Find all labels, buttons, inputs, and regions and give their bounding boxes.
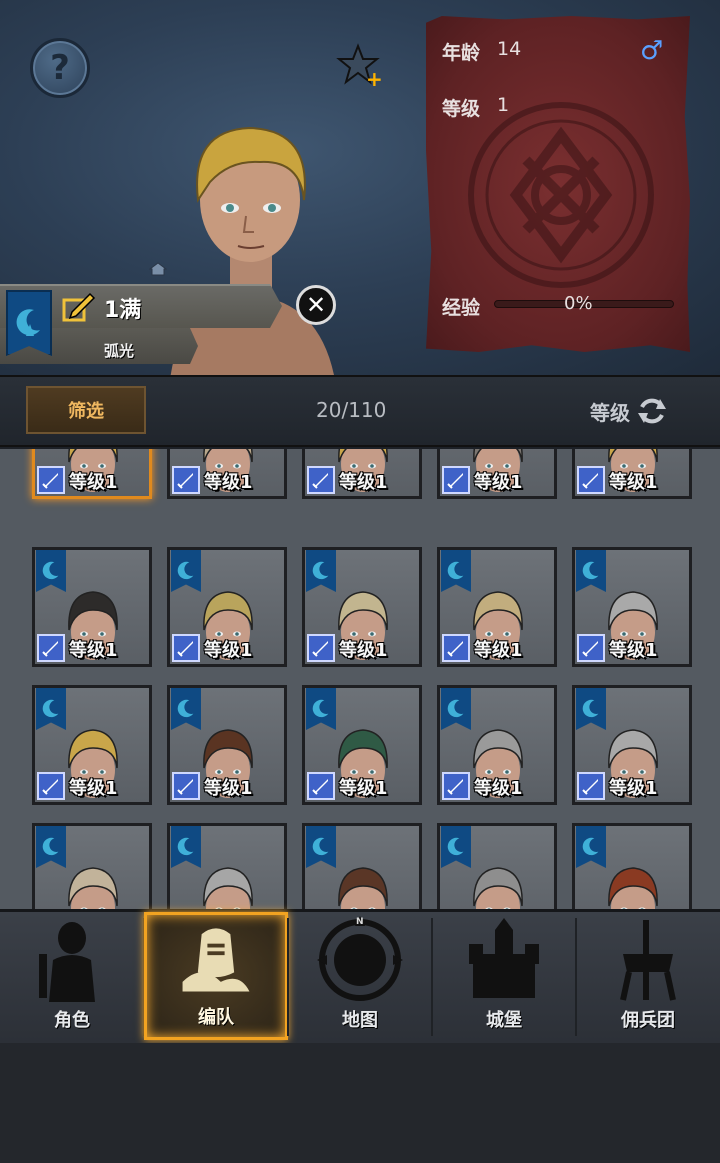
character-level: 等级1: [609, 778, 658, 799]
help-button[interactable]: ?: [30, 38, 90, 98]
character-grid: 等级1 等级1 等级1 等级1 等级1 等级1 等级1 等级1 等级1 等级1 等级1 等级1 等级1 等…: [0, 449, 720, 909]
plus-icon: +: [366, 67, 383, 90]
sword-icon: [307, 634, 335, 662]
banner-icon: [620, 920, 676, 1001]
character-card[interactable]: 等级1: [32, 547, 152, 667]
character-level: 等级1: [204, 640, 253, 661]
character-card[interactable]: 等级1: [167, 685, 287, 805]
favorite-button[interactable]: +: [336, 42, 384, 90]
exp-percent: 0%: [564, 293, 593, 314]
character-card[interactable]: 等级1: [302, 547, 422, 667]
close-icon: ✕: [305, 291, 327, 319]
roster-count: 20/110: [316, 398, 387, 422]
character-card[interactable]: 等级1: [302, 449, 422, 499]
nav-mercenary-label: 佣兵团: [621, 1010, 675, 1031]
character-card[interactable]: 等级1: [437, 823, 557, 909]
character-level: 等级1: [69, 472, 118, 493]
character-card[interactable]: 等级1: [572, 547, 692, 667]
sword-icon: [442, 466, 470, 494]
nav-role[interactable]: 角色: [0, 912, 144, 1040]
character-level: 等级1: [339, 472, 388, 493]
character-level: 等级1: [609, 640, 658, 661]
character-card[interactable]: 等级1: [32, 685, 152, 805]
character-card[interactable]: 等级1: [437, 547, 557, 667]
nav-mercenary[interactable]: 佣兵团: [576, 912, 720, 1040]
edit-name-icon[interactable]: [62, 290, 96, 322]
knight-icon: [39, 922, 95, 1002]
residence-icon: [149, 262, 167, 276]
sword-icon: [307, 772, 335, 800]
character-card[interactable]: 等级1: [302, 823, 422, 909]
character-class: 弧光: [104, 342, 135, 360]
nav-map[interactable]: N 地图: [288, 912, 432, 1040]
nav-castle[interactable]: 城堡: [432, 912, 576, 1040]
sword-icon: [577, 772, 605, 800]
character-card[interactable]: 等级1: [302, 685, 422, 805]
male-icon: ♂: [640, 36, 664, 66]
sword-icon: [307, 466, 335, 494]
character-card[interactable]: 等级1: [32, 823, 152, 909]
remove-character-button[interactable]: ✕: [296, 285, 336, 325]
sword-icon: [37, 772, 65, 800]
sword-icon: [172, 466, 200, 494]
character-card[interactable]: 等级1: [32, 449, 152, 499]
sword-icon: [577, 466, 605, 494]
question-icon: ?: [50, 48, 70, 88]
helmet-icon: [182, 928, 250, 992]
character-level: 等级1: [69, 640, 118, 661]
character-face: [608, 867, 658, 909]
character-face: [68, 867, 118, 909]
svg-text:N: N: [356, 917, 364, 927]
filter-button[interactable]: 筛选: [26, 386, 146, 434]
character-face: [473, 867, 523, 909]
nav-formation-label: 编队: [198, 1007, 234, 1028]
character-level: 等级1: [474, 640, 523, 661]
exp-label: 经验: [442, 297, 481, 319]
character-card[interactable]: 等级1: [167, 547, 287, 667]
character-level: 等级1: [339, 640, 388, 661]
character-card[interactable]: 等级1: [572, 685, 692, 805]
character-level: 等级1: [204, 778, 253, 799]
nav-role-label: 角色: [54, 1010, 90, 1031]
nav-formation[interactable]: 编队: [144, 912, 288, 1040]
character-level: 等级1: [204, 472, 253, 493]
castle-icon: [469, 918, 539, 998]
character-face: [338, 867, 388, 909]
sort-label: 等级: [590, 400, 630, 425]
compass-icon: N: [317, 916, 403, 1001]
character-hero: ? + 年龄 14 ♂ 等级 1 经验 0% 1满 弧光 ✕: [0, 0, 720, 375]
character-level: 等级1: [474, 472, 523, 493]
celtic-knot-emblem: [468, 102, 654, 288]
refresh-icon: [638, 398, 666, 424]
age-value: 14: [497, 38, 522, 60]
level-value: 1: [497, 94, 510, 116]
moon-icon: [16, 309, 40, 336]
character-card[interactable]: 等级1: [167, 449, 287, 499]
sword-icon: [37, 466, 65, 494]
character-level: 等级1: [69, 778, 118, 799]
sort-by-level-button[interactable]: 等级: [590, 395, 668, 427]
character-name: 1满: [104, 298, 142, 323]
level-label: 等级: [442, 98, 481, 120]
character-level: 等级1: [474, 778, 523, 799]
nav-map-label: 地图: [342, 1010, 378, 1031]
character-face: [203, 867, 253, 909]
footer-area: [0, 1043, 720, 1163]
character-card[interactable]: 等级1: [167, 823, 287, 909]
character-card[interactable]: 等级1: [437, 449, 557, 499]
character-card[interactable]: 等级1: [572, 449, 692, 499]
character-level: 等级1: [609, 472, 658, 493]
sword-icon: [442, 772, 470, 800]
age-label: 年龄: [442, 42, 481, 64]
character-level: 等级1: [339, 778, 388, 799]
sword-icon: [172, 772, 200, 800]
sword-icon: [442, 634, 470, 662]
sword-icon: [577, 634, 605, 662]
nav-castle-label: 城堡: [486, 1010, 522, 1031]
sword-icon: [37, 634, 65, 662]
sword-icon: [172, 634, 200, 662]
character-card[interactable]: 等级1: [437, 685, 557, 805]
character-card[interactable]: 等级1: [572, 823, 692, 909]
